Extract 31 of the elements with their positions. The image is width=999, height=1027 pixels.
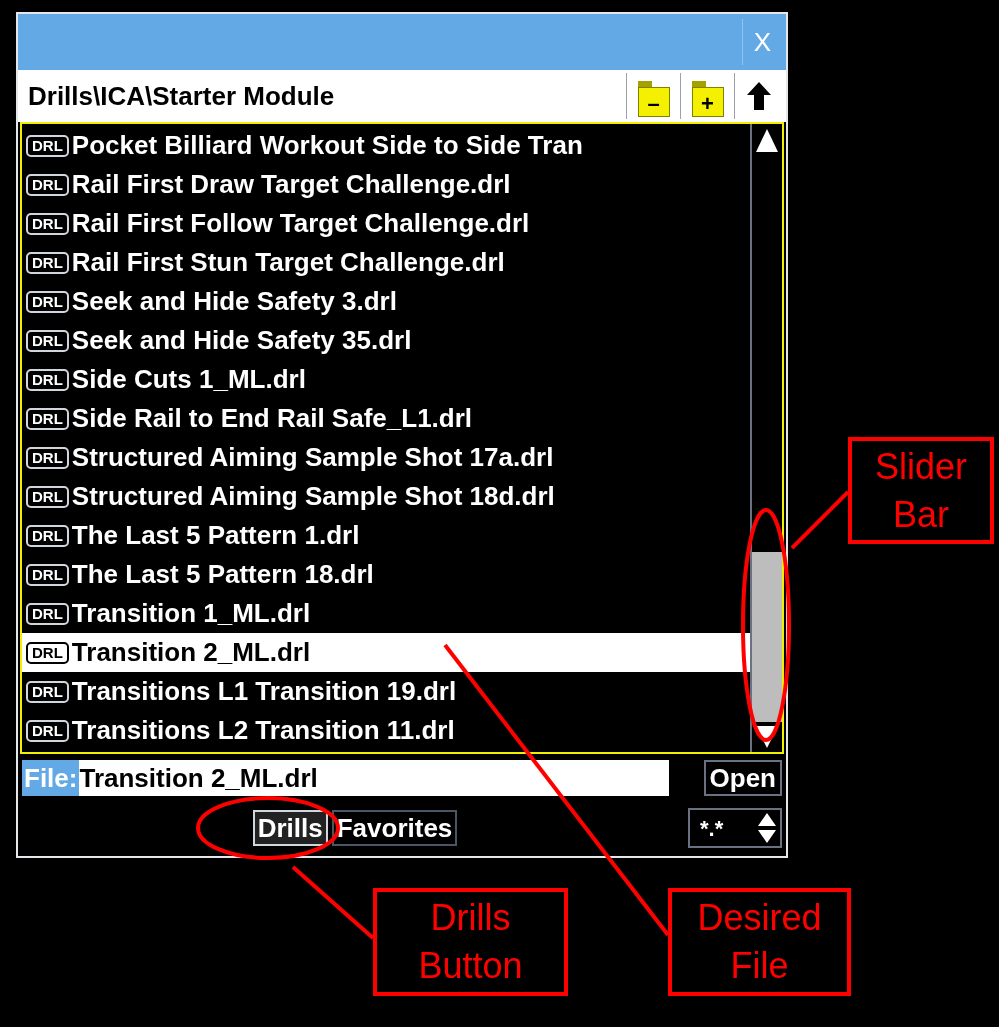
drl-file-icon: DRL (26, 212, 69, 235)
drl-file-icon: DRL (26, 602, 69, 625)
scroll-thumb[interactable] (752, 552, 782, 722)
drl-file-icon: DRL (26, 680, 69, 703)
drl-file-icon: DRL (26, 329, 69, 352)
scrollbar[interactable] (750, 124, 782, 752)
drl-file-icon: DRL (26, 719, 69, 742)
callout-label: Slider Bar (848, 437, 994, 544)
leader-line (790, 490, 850, 550)
drl-file-icon: DRL (26, 290, 69, 313)
file-name-field[interactable]: Transition 2_ML.drl (79, 760, 670, 796)
open-button[interactable]: Open (703, 760, 782, 796)
file-row[interactable]: DRL Transition 2_ML.drl (22, 633, 750, 672)
callout-label: Desired File (668, 888, 851, 996)
drl-file-icon: DRL (26, 485, 69, 508)
drl-file-icon: DRL (26, 641, 69, 664)
drl-file-icon: DRL (26, 446, 69, 469)
drl-file-icon: DRL (26, 134, 69, 157)
path-text: Drills\ICA\Starter Module (28, 79, 336, 113)
drl-file-icon: DRL (26, 251, 69, 274)
drl-file-icon: DRL (26, 173, 69, 196)
drl-file-icon: DRL (26, 368, 69, 391)
up-arrow-icon (745, 81, 772, 111)
spinner-arrows-icon[interactable] (756, 811, 778, 845)
drl-file-icon: DRL (26, 563, 69, 586)
callout-label: Drills Button (373, 888, 568, 996)
drl-file-icon: DRL (26, 407, 69, 430)
filter-spinner[interactable]: *.* (688, 808, 782, 848)
drl-file-icon: DRL (26, 524, 69, 547)
source-tab[interactable]: Drills (252, 810, 328, 846)
file-label: File: (22, 760, 80, 796)
